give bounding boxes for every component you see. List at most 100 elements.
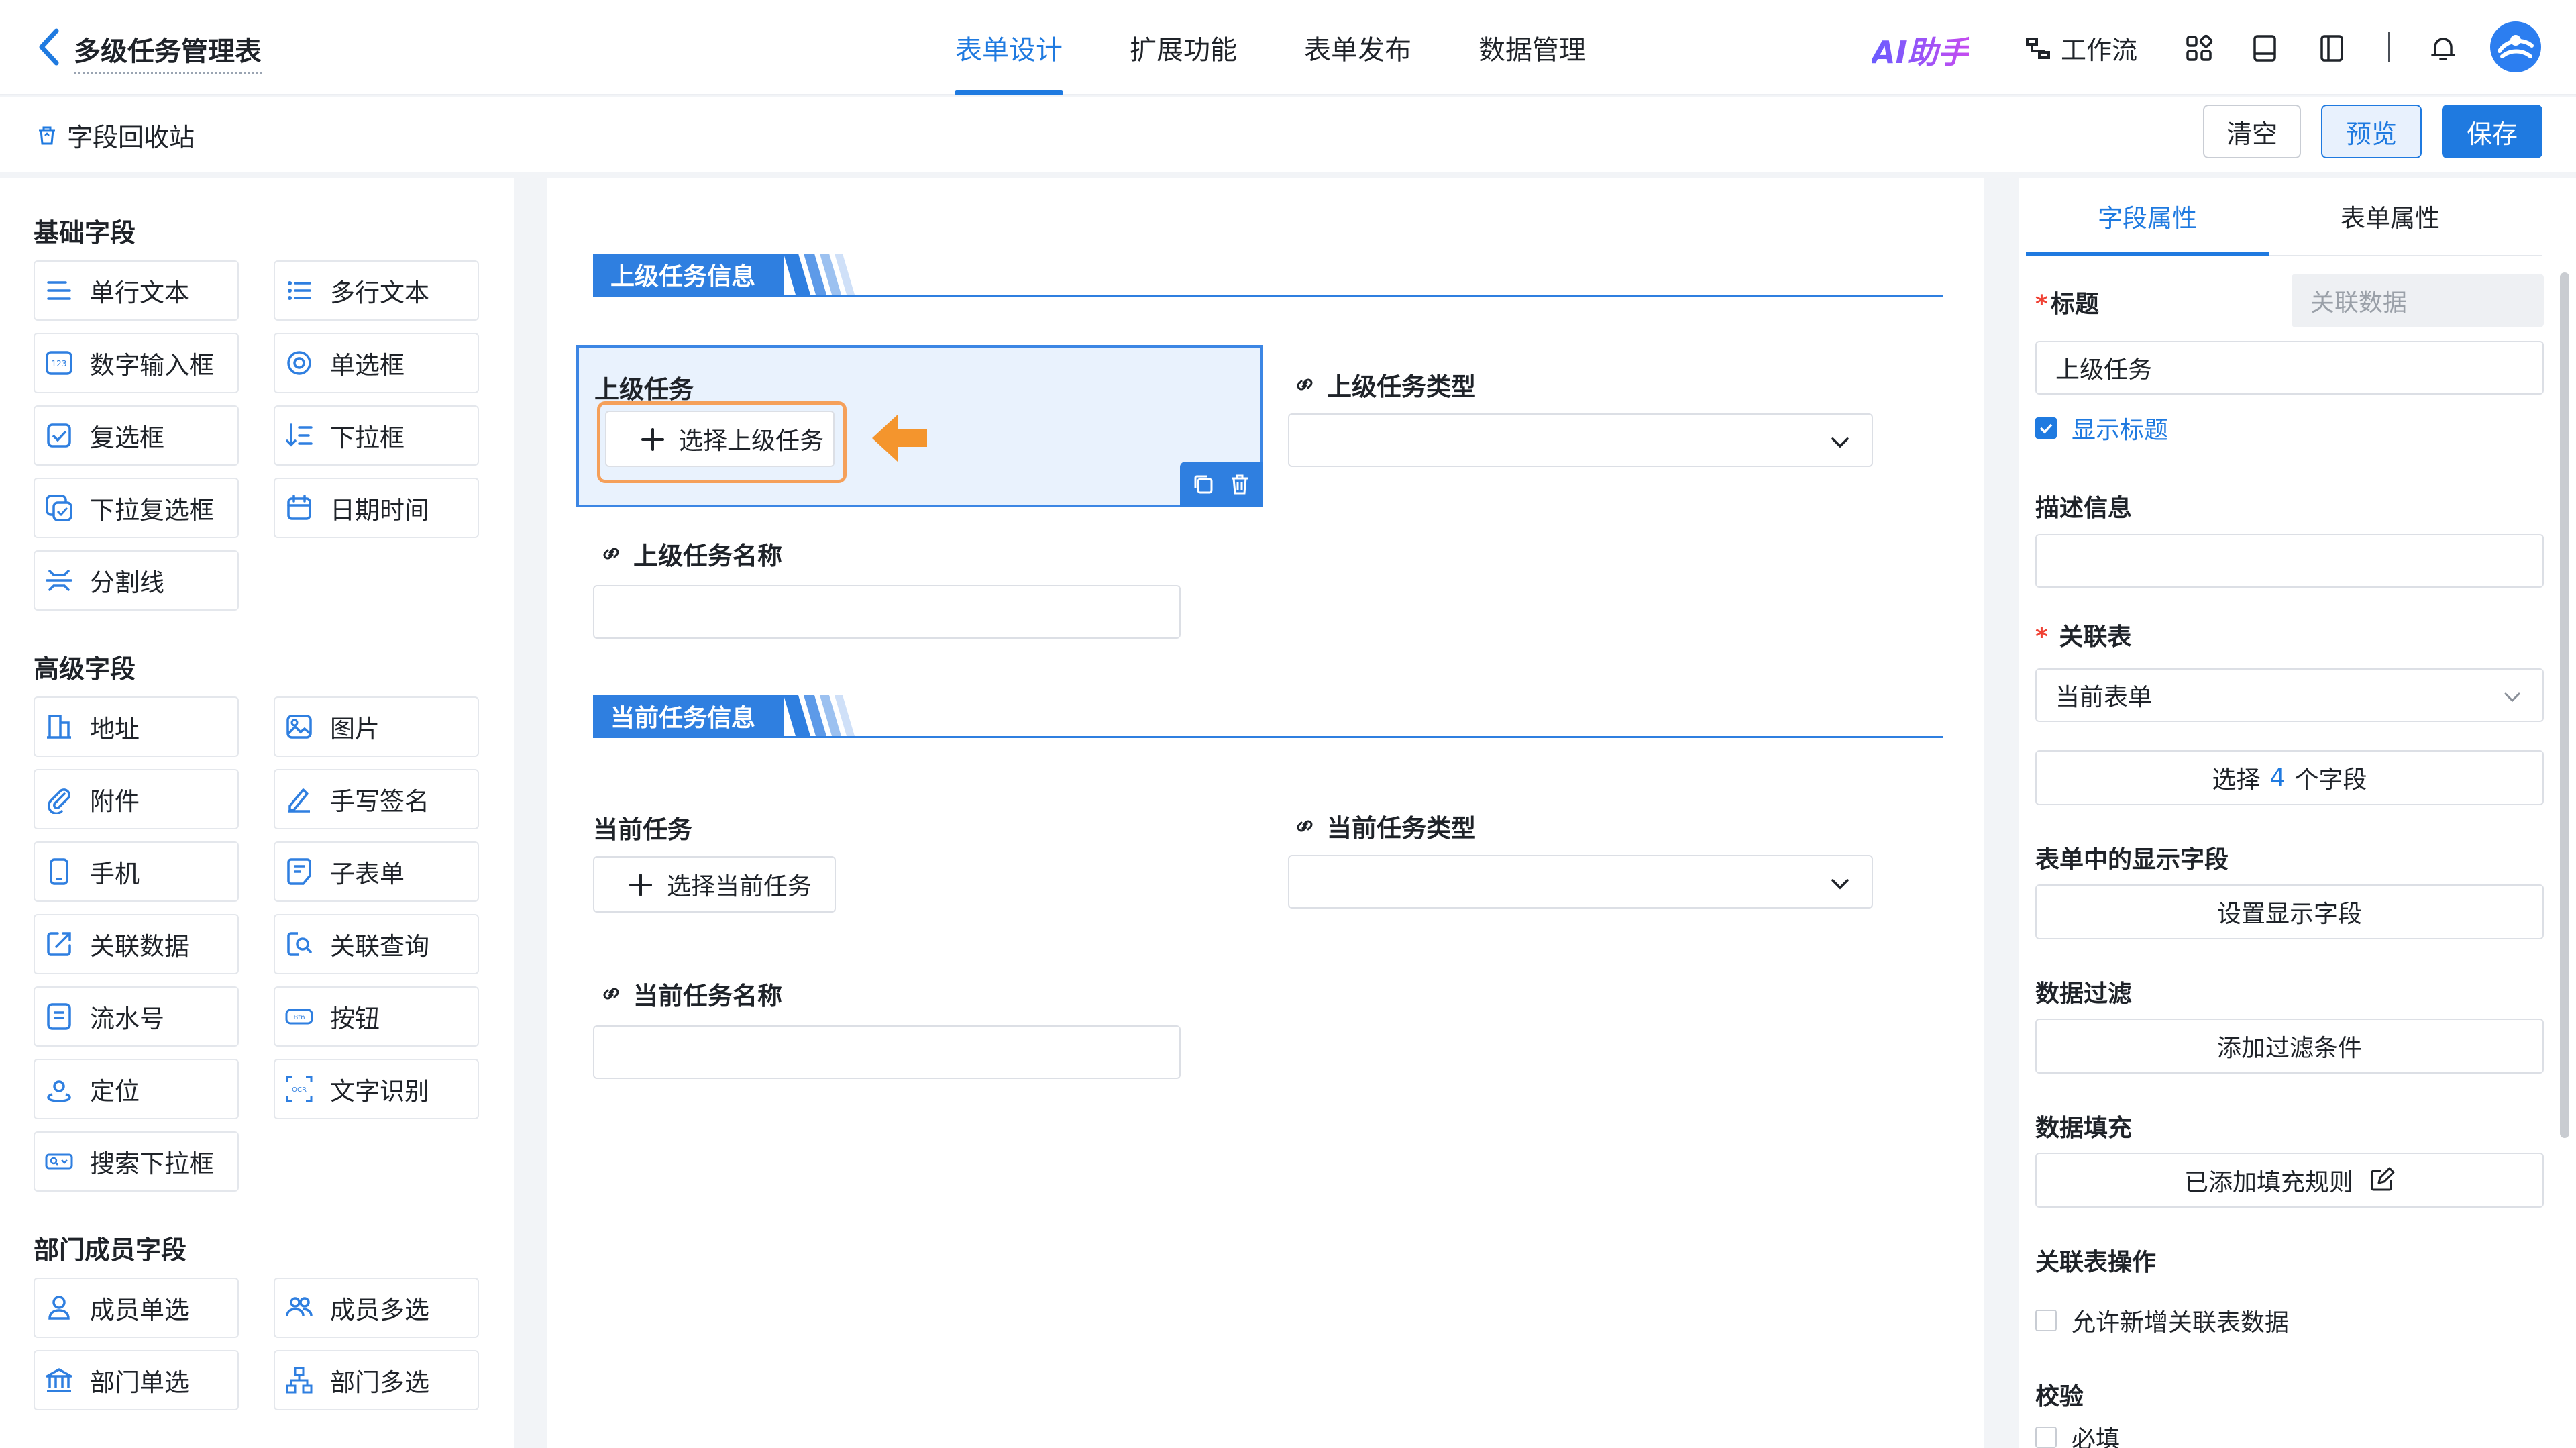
bell-icon[interactable] (2428, 34, 2458, 63)
label-parent-task-type: 上级任务类型 (1292, 366, 1476, 403)
tab-form-publish[interactable]: 表单发布 (1288, 0, 1428, 95)
description-label: 描述信息 (2035, 495, 2133, 522)
member-single-icon (48, 1296, 70, 1320)
chevron-down-icon (1831, 879, 1849, 890)
chevron-down-icon (2504, 692, 2520, 703)
checkbox-unchecked-icon (2035, 1310, 2057, 1331)
title-input[interactable]: 上级任务 (2035, 341, 2544, 395)
delete-icon[interactable] (1228, 472, 1252, 497)
field-member-single[interactable]: 成员单选 (34, 1278, 239, 1338)
section-header-parent: 上级任务信息 (593, 254, 1943, 297)
field-checkbox[interactable]: 复选框 (34, 405, 239, 466)
field-button[interactable]: Btn 按钮 (274, 986, 479, 1047)
field-single-line-text[interactable]: 单行文本 (34, 260, 239, 321)
set-display-fields-button[interactable]: 设置显示字段 (2035, 884, 2544, 939)
book-icon[interactable] (2250, 34, 2279, 63)
image-icon (286, 715, 312, 739)
top-header: 多级任务管理表 表单设计 扩展功能 表单发布 数据管理 AI助手 工作流 (0, 0, 2576, 95)
field-radio[interactable]: 单选框 (274, 333, 479, 393)
arrow-left-icon (872, 415, 927, 462)
parent-task-type-select[interactable] (1288, 413, 1873, 467)
field-divider[interactable]: 分割线 (34, 550, 239, 611)
field-signature[interactable]: 手写签名 (274, 769, 479, 829)
field-department-single[interactable]: 部门单选 (34, 1350, 239, 1410)
tab-data-management[interactable]: 数据管理 (1462, 0, 1602, 95)
user-avatar[interactable] (2490, 21, 2541, 72)
workflow-label: 工作流 (2061, 36, 2138, 65)
linked-table-select[interactable]: 当前表单 (2035, 668, 2544, 722)
field-dropdown-checkbox[interactable]: 下拉复选框 (34, 478, 239, 538)
field-ocr[interactable]: OCR 文字识别 (274, 1059, 479, 1119)
field-image[interactable]: 图片 (274, 696, 479, 757)
tab-field-properties[interactable]: 字段属性 (2026, 178, 2269, 254)
field-actions (1180, 462, 1263, 507)
checkbox-icon (47, 423, 71, 448)
field-dropdown[interactable]: 下拉框 (274, 405, 479, 466)
divider-icon (46, 570, 72, 591)
linked-query-icon (287, 932, 312, 956)
field-subform[interactable]: 子表单 (274, 841, 479, 902)
field-serial-number[interactable]: 流水号 (34, 986, 239, 1047)
linked-table-label: * 关联表 (2035, 623, 2132, 651)
field-linked-query[interactable]: 关联查询 (274, 914, 479, 974)
add-filter-button[interactable]: 添加过滤条件 (2035, 1019, 2544, 1074)
select-current-task-button[interactable]: 选择当前任务 (593, 856, 836, 913)
section-title-parent: 上级任务信息 (593, 254, 784, 295)
field-member-multi[interactable]: 成员多选 (274, 1278, 479, 1338)
phone-icon (50, 858, 68, 885)
show-title-checkbox[interactable]: 显示标题 (2035, 411, 2168, 446)
edit-icon (2371, 1167, 2395, 1191)
tab-form-properties[interactable]: 表单属性 (2269, 178, 2512, 254)
current-task-name-input[interactable] (593, 1025, 1181, 1079)
section-stripes (784, 695, 855, 736)
panel-layout-icon[interactable] (2317, 34, 2347, 63)
description-input[interactable] (2035, 534, 2544, 588)
dropdown-icon (286, 423, 313, 447)
signature-icon (288, 788, 310, 813)
serial-number-icon (47, 1003, 71, 1030)
parent-task-name-input[interactable] (593, 585, 1181, 639)
tab-form-design[interactable]: 表单设计 (939, 0, 1079, 95)
recycle-bin-icon (39, 126, 55, 144)
apps-grid-icon[interactable] (2184, 34, 2214, 63)
group-title-basic: 基础字段 (34, 218, 136, 248)
field-linked-data[interactable]: 关联数据 (34, 914, 239, 974)
title-label: * 标题 (2035, 291, 2099, 318)
current-task-type-select[interactable] (1288, 855, 1873, 909)
workflow-icon (2026, 37, 2050, 59)
field-address[interactable]: 地址 (34, 696, 239, 757)
field-attachment[interactable]: 附件 (34, 769, 239, 829)
workflow-button[interactable]: 工作流 (2023, 30, 2137, 66)
highlight-box (597, 401, 847, 483)
form-canvas: 上级任务信息 上级任务 选择上级任务 上级任务类型 上级任务名称 当前任务信息 … (547, 178, 1984, 1448)
field-location[interactable]: 定位 (34, 1059, 239, 1119)
active-tab-indicator (2026, 252, 2269, 256)
select-fields-button[interactable]: 选择 4 个字段 (2035, 750, 2544, 805)
svg-text:OCR: OCR (292, 1086, 307, 1094)
clear-button[interactable]: 清空 (2203, 105, 2301, 158)
field-number-input[interactable]: 123 数字输入框 (34, 333, 239, 393)
back-arrow-icon[interactable] (35, 25, 64, 68)
required-checkbox[interactable]: 必填 (2035, 1420, 2120, 1448)
properties-scrollbar[interactable] (2560, 272, 2569, 1138)
field-phone[interactable]: 手机 (34, 841, 239, 902)
number-input-icon: 123 (46, 351, 72, 375)
field-search-dropdown[interactable]: 搜索下拉框 (34, 1131, 239, 1192)
field-multi-line-text[interactable]: 多行文本 (274, 260, 479, 321)
fill-rules-button[interactable]: 已添加填充规则 (2035, 1153, 2544, 1208)
preview-button[interactable]: 预览 (2321, 105, 2422, 158)
ocr-icon: OCR (286, 1076, 313, 1102)
tab-extensions[interactable]: 扩展功能 (1114, 0, 1253, 95)
ai-assistant-button[interactable]: AI助手 (1872, 28, 1969, 72)
app-title[interactable]: 多级任务管理表 (74, 30, 262, 74)
linked-data-icon (47, 932, 71, 956)
field-recycle-bin[interactable]: 字段回收站 (35, 117, 195, 154)
form-toolbar: 字段回收站 清空 预览 保存 (0, 97, 2576, 172)
data-filter-label: 数据过滤 (2035, 980, 2133, 1008)
field-department-multi[interactable]: 部门多选 (274, 1350, 479, 1410)
field-datetime[interactable]: 日期时间 (274, 478, 479, 538)
save-button[interactable]: 保存 (2442, 105, 2542, 158)
copy-icon[interactable] (1191, 472, 1216, 497)
link-icon (1297, 820, 1313, 832)
allow-add-checkbox[interactable]: 允许新增关联表数据 (2035, 1303, 2289, 1338)
